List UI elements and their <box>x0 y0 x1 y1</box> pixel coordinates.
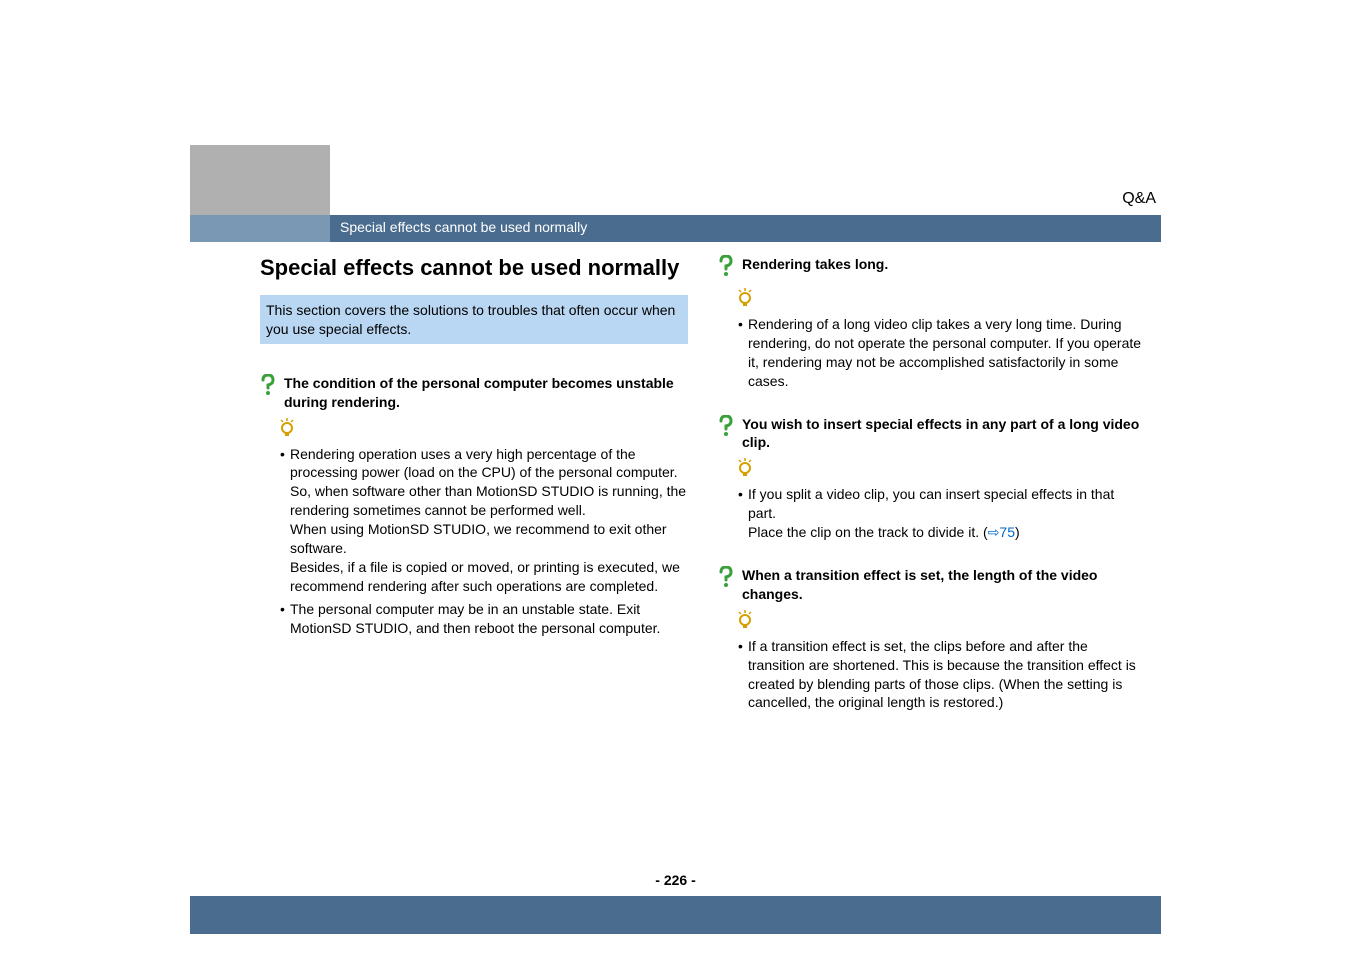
question-mark-icon <box>718 566 738 593</box>
right-column: Rendering takes long. Rendering of a lon… <box>718 255 1146 736</box>
answer-text-suffix: ) <box>1015 524 1020 540</box>
question-mark-icon <box>718 255 738 282</box>
question-text: When a transition effect is set, the len… <box>742 566 1146 604</box>
answer-list: Rendering of a long video clip takes a v… <box>738 315 1146 391</box>
qa-item: When a transition effect is set, the len… <box>718 566 1146 712</box>
qa-item: The condition of the personal computer b… <box>260 374 688 638</box>
breadcrumb-accent <box>190 215 330 242</box>
page-link[interactable]: 75 <box>999 524 1015 540</box>
arrow-right-icon: ⇨ <box>988 524 1000 540</box>
lightbulb-icon <box>736 288 1146 313</box>
question-text: The condition of the personal computer b… <box>284 374 688 412</box>
lightbulb-icon <box>736 458 1146 483</box>
breadcrumb-bar: Special effects cannot be used normally <box>190 215 1161 242</box>
breadcrumb-text: Special effects cannot be used normally <box>340 219 587 235</box>
question-row: When a transition effect is set, the len… <box>718 566 1146 604</box>
sidebar-accent-block <box>190 145 330 215</box>
question-row: Rendering takes long. <box>718 255 1146 282</box>
page-root: Q&A Special effects cannot be used norma… <box>0 0 1351 954</box>
answer-list: If a transition effect is set, the clips… <box>738 637 1146 713</box>
lightbulb-icon <box>278 418 688 443</box>
question-mark-icon <box>260 374 280 401</box>
content-area: Special effects cannot be used normally … <box>260 255 1146 736</box>
answer-list: If you split a video clip, you can inser… <box>738 485 1146 542</box>
answer-item: If you split a video clip, you can inser… <box>738 485 1146 542</box>
question-text: You wish to insert special effects in an… <box>742 415 1146 453</box>
category-label: Q&A <box>1122 190 1156 208</box>
intro-box: This section covers the solutions to tro… <box>260 295 688 343</box>
qa-item: You wish to insert special effects in an… <box>718 415 1146 542</box>
answer-item: The personal computer may be in an unsta… <box>280 600 688 638</box>
lightbulb-icon <box>736 610 1146 635</box>
footer-bar <box>190 896 1161 934</box>
question-row: The condition of the personal computer b… <box>260 374 688 412</box>
qa-item: Rendering takes long. Rendering of a lon… <box>718 255 1146 391</box>
page-number: - 226 - <box>0 872 1351 888</box>
answer-list: Rendering operation uses a very high per… <box>280 445 688 638</box>
question-row: You wish to insert special effects in an… <box>718 415 1146 453</box>
page-title: Special effects cannot be used normally <box>260 255 688 281</box>
question-mark-icon <box>718 415 738 442</box>
left-column: Special effects cannot be used normally … <box>260 255 688 736</box>
answer-item: If a transition effect is set, the clips… <box>738 637 1146 713</box>
question-text: Rendering takes long. <box>742 255 888 274</box>
answer-text-prefix: If you split a video clip, you can inser… <box>748 486 1114 540</box>
answer-item: Rendering of a long video clip takes a v… <box>738 315 1146 391</box>
answer-item: Rendering operation uses a very high per… <box>280 445 688 596</box>
